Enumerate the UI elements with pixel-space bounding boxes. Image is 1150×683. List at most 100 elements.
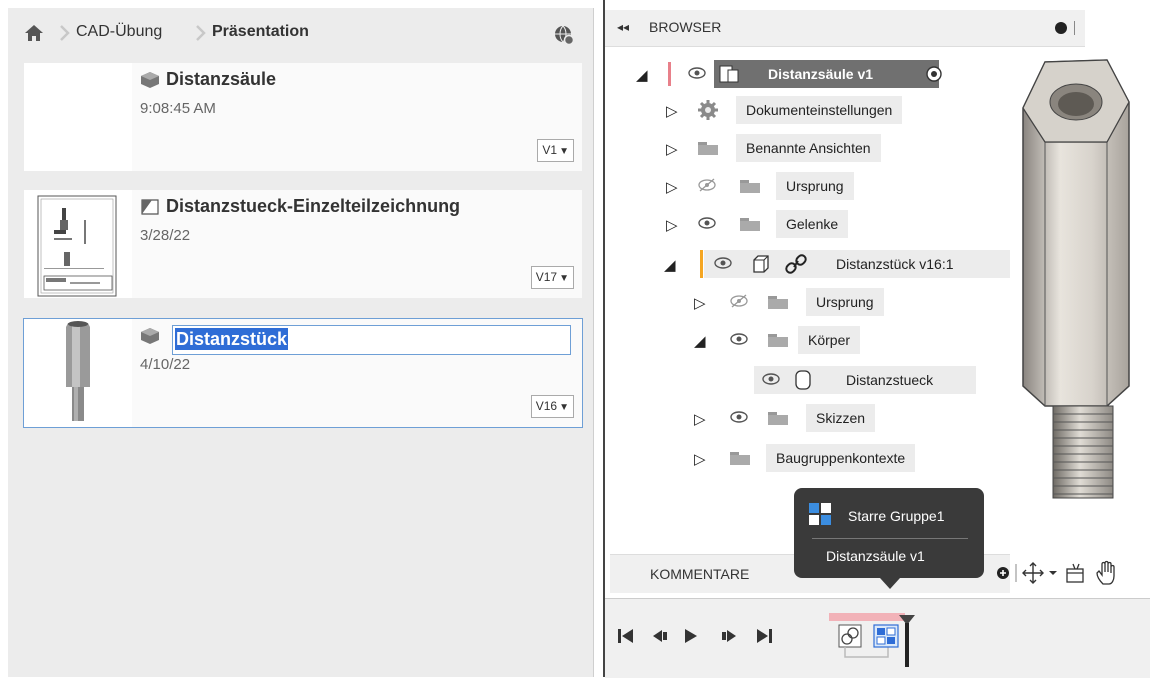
tree-item-sketches[interactable]: ▷ Skizzen — [694, 404, 954, 432]
tree-item-label: Körper — [798, 326, 861, 354]
file-card[interactable]: Distanzstueck-Einzelteilzeichnung 3/28/2… — [24, 190, 582, 298]
tree-item-named-views[interactable]: ▷ Benannte Ansichten — [666, 134, 946, 162]
collapsed-triangle-icon[interactable]: ▷ — [694, 294, 706, 312]
folder-icon — [730, 452, 750, 465]
tree-item-origin[interactable]: ▷ Ursprung — [666, 172, 946, 200]
folder-icon — [698, 142, 718, 155]
go-to-start-icon[interactable] — [618, 629, 633, 643]
tooltip: Starre Gruppe1 Distanzsäule v1 — [794, 488, 984, 589]
file-info: Distanzstück 4/10/22 V16 ▼ — [132, 319, 582, 427]
body-icon — [795, 370, 811, 390]
tree-item-body[interactable]: Distanzstueck — [750, 366, 990, 394]
collapsed-triangle-icon[interactable]: ▷ — [666, 102, 678, 120]
play-icon[interactable] — [685, 629, 697, 643]
breadcrumb-folder[interactable]: Präsentation — [212, 23, 309, 41]
tree-item-label: Distanzstück v16:1 — [836, 256, 954, 272]
assembly-component-icon — [719, 65, 739, 83]
add-comment-icon[interactable] — [997, 567, 1009, 579]
caret-down-icon: ▼ — [559, 146, 569, 157]
tree-item-component[interactable]: ◢ Distanzstück v16:1 — [664, 250, 1014, 278]
folder-icon — [768, 334, 788, 347]
tree-item-label: Gelenke — [776, 210, 849, 238]
eye-icon[interactable] — [762, 372, 780, 386]
home-icon[interactable] — [24, 24, 44, 42]
assembly-icon — [141, 72, 159, 88]
eye-icon[interactable] — [730, 332, 748, 346]
folder-icon — [768, 412, 788, 425]
timeline-controls — [618, 613, 915, 667]
collapsed-triangle-icon[interactable]: ▷ — [694, 410, 706, 428]
divider — [1074, 21, 1075, 35]
eye-icon[interactable] — [730, 410, 748, 424]
file-date: 4/10/22 — [140, 356, 191, 373]
expanded-triangle-icon[interactable]: ◢ — [664, 256, 676, 274]
collapsed-triangle-icon[interactable]: ▷ — [694, 450, 706, 468]
tooltip-subtitle: Distanzsäule v1 — [826, 548, 925, 564]
file-name[interactable]: Distanzsäule — [166, 69, 276, 90]
data-panel: CAD-Übung Präsentation Distanzsäule 9:08… — [8, 8, 594, 677]
look-at-icon[interactable] — [1066, 563, 1084, 583]
thumbnail — [24, 63, 132, 171]
tree-item-contexts[interactable]: ▷ Baugruppenkontexte — [694, 444, 964, 472]
expanded-triangle-icon[interactable]: ◢ — [636, 66, 648, 84]
caret-down-icon: ▼ — [559, 273, 569, 284]
chevron-right-icon — [196, 25, 206, 41]
tree-item-label: Ursprung — [776, 172, 854, 200]
tree-item-sub-origin[interactable]: ▷ Ursprung — [694, 288, 954, 316]
tree-root-label[interactable]: Distanzsäule v1 — [768, 60, 873, 88]
part-thumbnail — [24, 319, 132, 427]
file-card-selected[interactable]: Distanzstück 4/10/22 V16 ▼ — [23, 318, 583, 428]
tree-item-label: Ursprung — [806, 288, 884, 316]
rigid-group-icon — [809, 503, 831, 525]
browser-title: BROWSER — [649, 19, 722, 35]
browser-header: ◂◂ BROWSER — [605, 10, 1085, 47]
caret-down-icon[interactable] — [1049, 571, 1057, 575]
version-dropdown[interactable]: V17 ▼ — [530, 266, 574, 289]
tree-item-label: Dokumenteinstellungen — [736, 96, 903, 124]
step-forward-icon[interactable] — [722, 630, 736, 642]
file-name[interactable]: Distanzstueck-Einzelteilzeichnung — [166, 196, 460, 217]
collapsed-triangle-icon[interactable]: ▷ — [666, 216, 678, 234]
timeline-marker[interactable] — [899, 615, 915, 667]
timeline-joint-icon[interactable] — [838, 624, 862, 648]
tree-item-joints[interactable]: ▷ Gelenke — [666, 210, 946, 238]
comments-label: KOMMENTARE — [650, 566, 750, 582]
tree-item-bodies[interactable]: ◢ Körper — [694, 326, 954, 354]
version-dropdown[interactable]: V16 ▼ — [530, 395, 574, 418]
timeline[interactable] — [605, 598, 1150, 678]
pan-hand-icon[interactable] — [1096, 560, 1115, 585]
eye-hidden-icon[interactable] — [698, 178, 716, 192]
model-viewport[interactable] — [1015, 56, 1145, 506]
file-date: 3/28/22 — [140, 227, 191, 244]
collapsed-triangle-icon[interactable]: ▷ — [666, 140, 678, 158]
drawing-icon — [141, 199, 159, 215]
collapse-arrows-icon[interactable]: ◂◂ — [617, 20, 629, 34]
file-card[interactable]: Distanzsäule 9:08:45 AM V1 ▼ — [24, 63, 582, 171]
tree-item-doc-settings[interactable]: ▷ Dokumenteinstellungen — [666, 96, 946, 124]
rename-field[interactable]: Distanzstück — [172, 325, 571, 355]
expanded-triangle-icon[interactable]: ◢ — [694, 332, 706, 350]
activate-radio-icon[interactable] — [925, 65, 943, 83]
go-to-end-icon[interactable] — [757, 629, 772, 643]
collapsed-triangle-icon[interactable]: ▷ — [666, 178, 678, 196]
globe-settings-icon[interactable] — [553, 24, 575, 46]
version-dropdown[interactable]: V1 ▼ — [537, 139, 574, 162]
tree-root[interactable]: ◢ Distanzsäule v1 — [636, 60, 946, 88]
eye-icon[interactable] — [688, 66, 706, 80]
eye-hidden-icon[interactable] — [730, 294, 748, 308]
eye-icon[interactable] — [714, 256, 732, 270]
file-info: Distanzsäule 9:08:45 AM V1 ▼ — [132, 63, 582, 171]
folder-icon — [740, 180, 760, 193]
folder-icon — [768, 296, 788, 309]
orbit-icon[interactable] — [1022, 562, 1044, 584]
navigation-toolbar — [997, 560, 1115, 585]
part-icon — [141, 328, 159, 344]
file-info: Distanzstueck-Einzelteilzeichnung 3/28/2… — [132, 190, 582, 298]
eye-icon[interactable] — [698, 216, 716, 230]
step-back-icon[interactable] — [653, 630, 667, 642]
tree-item-label: Benannte Ansichten — [736, 134, 881, 162]
component-marker — [700, 250, 703, 278]
timeline-rigid-group-icon[interactable] — [873, 624, 899, 648]
breadcrumb-project[interactable]: CAD-Übung — [76, 23, 162, 41]
browser-options-icon[interactable] — [1055, 22, 1067, 34]
